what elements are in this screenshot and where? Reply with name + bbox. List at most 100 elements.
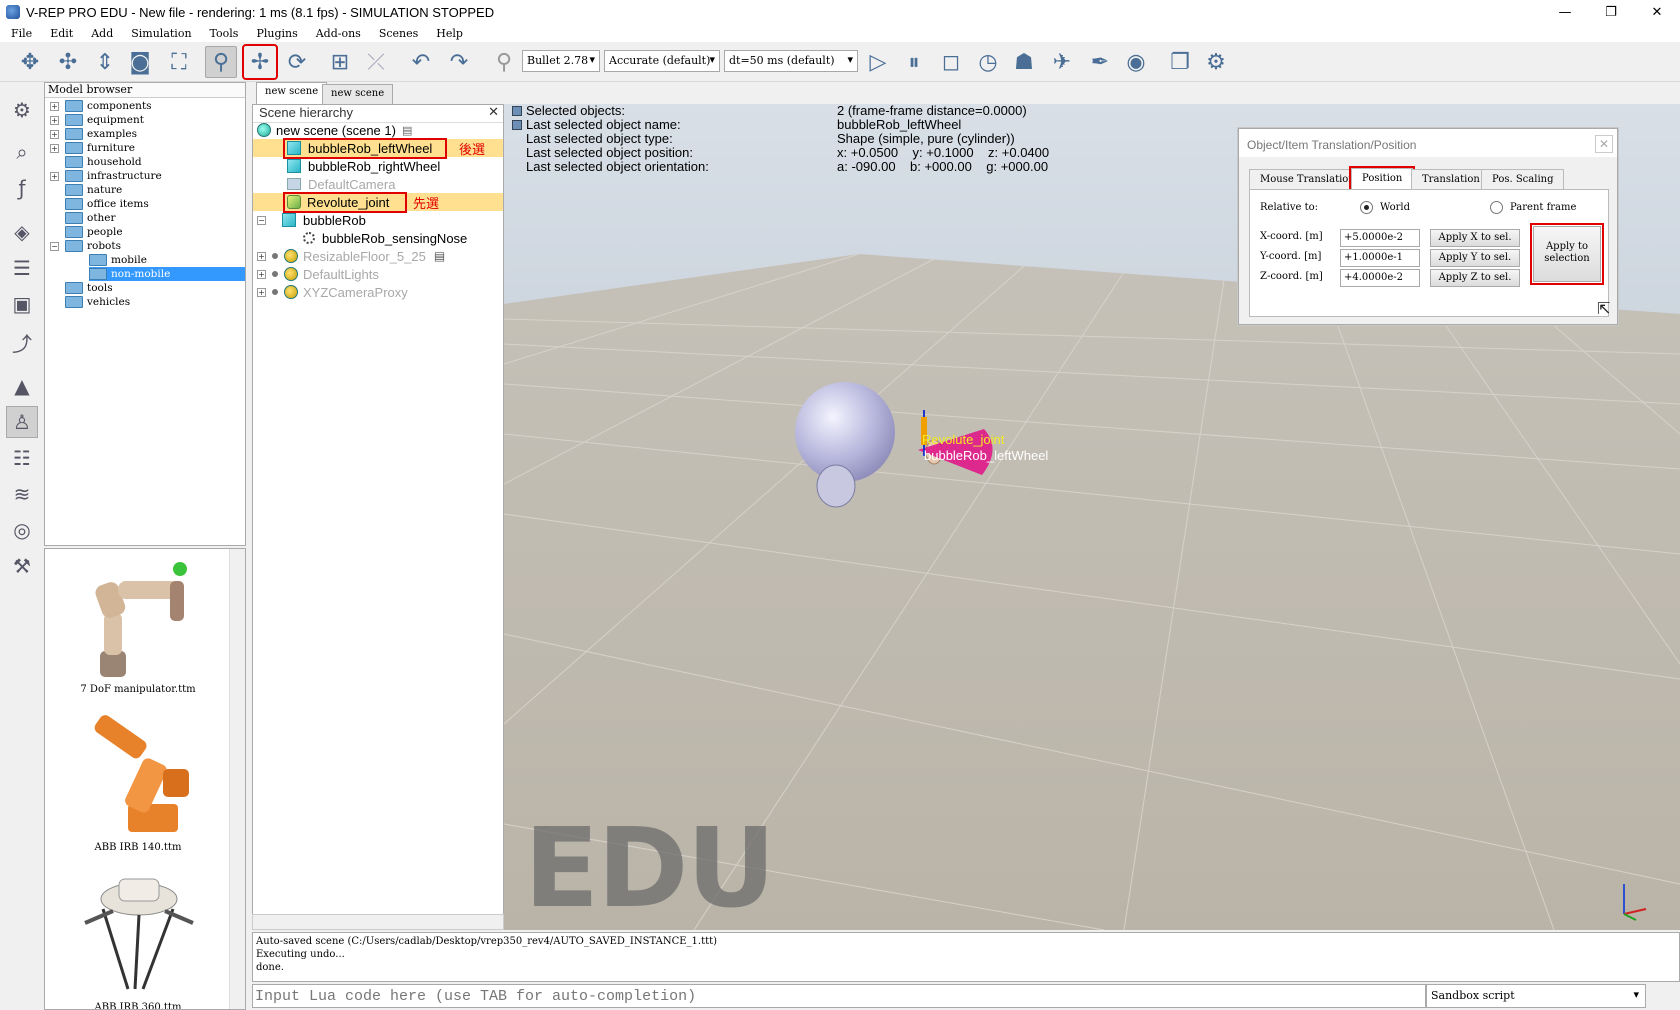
apply-y-button[interactable]: Apply Y to sel. [1430, 249, 1520, 267]
transfer-dna-icon[interactable]: ⤫ [360, 46, 392, 78]
thumbnails-scrollbar[interactable] [229, 549, 245, 1009]
menu-help[interactable]: Help [425, 27, 470, 40]
speed-up-icon[interactable]: ✈ [1046, 46, 1078, 78]
scene-hierarchy-icon[interactable]: ☷ [6, 442, 38, 474]
folder-people[interactable]: people [65, 225, 123, 239]
click-select-icon[interactable]: ⚲ [205, 46, 237, 78]
wheel-label: bubbleRob_leftWheel [924, 448, 1049, 463]
menu-addons[interactable]: Add-ons [305, 27, 368, 40]
tab-mouse-translation[interactable]: Mouse Translation [1249, 169, 1366, 189]
menu-scenes[interactable]: Scenes [368, 27, 425, 40]
apply-z-button[interactable]: Apply Z to sel. [1430, 269, 1520, 287]
menu-file[interactable]: File [0, 27, 39, 40]
object-rotate-icon[interactable]: ⟳ [281, 46, 313, 78]
assemble-icon[interactable]: ⊞ [324, 46, 356, 78]
realtime-icon[interactable]: ◷ [972, 46, 1004, 78]
path-edit-icon[interactable]: ⤴ [6, 326, 38, 358]
close-icon[interactable]: ✕ [488, 105, 499, 120]
apply-to-selection-button[interactable]: Apply to selection [1530, 223, 1604, 285]
y-coord-input[interactable]: +1.0000e-1 [1340, 249, 1420, 267]
shape-edit-icon[interactable]: ◈ [6, 216, 38, 248]
tree-root[interactable]: new scene (scene 1) ▤ [257, 121, 412, 139]
timestep-select[interactable]: dt=50 ms (default) [724, 50, 858, 72]
layer-stack-icon[interactable]: ≋ [6, 478, 38, 510]
folder-non-mobile[interactable]: non-mobile [89, 267, 245, 281]
close-button[interactable]: ✕ [1634, 0, 1680, 24]
play-icon[interactable]: ▷ [862, 46, 894, 78]
scene-selector-icon[interactable]: ⚙ [1200, 46, 1232, 78]
world-radio[interactable] [1360, 201, 1373, 214]
tab-scene-1[interactable]: new scene [256, 82, 328, 104]
undo-icon[interactable]: ↶ [405, 46, 437, 78]
folder-nature[interactable]: nature [65, 183, 122, 197]
tab-translation[interactable]: Translation [1411, 169, 1491, 189]
tree-item-sensing-nose[interactable]: bubbleRob_sensingNose [303, 229, 467, 247]
script-mode-select[interactable]: Sandbox script [1426, 984, 1646, 1008]
parent-frame-radio[interactable] [1490, 201, 1503, 214]
tab-position[interactable]: Position [1348, 166, 1416, 191]
menu-simulation[interactable]: Simulation [120, 27, 198, 40]
menu-tools[interactable]: Tools [199, 27, 246, 40]
dynamics-icon[interactable]: ⚲ [488, 46, 520, 78]
thumb-abb-irb-360[interactable]: ABB IRB 360.ttm [45, 869, 231, 1009]
sim-settings-icon[interactable]: ⚙ [6, 94, 38, 126]
maximize-button[interactable]: ❐ [1588, 0, 1634, 24]
tree-item-default-camera[interactable]: DefaultCamera [287, 175, 395, 193]
thumb-abb-irb-140[interactable]: ABB IRB 140.ttm [45, 709, 231, 853]
tree-item-default-lights[interactable]: + DefaultLights [257, 265, 379, 283]
page-selector-icon[interactable]: ❐ [1164, 46, 1196, 78]
info-label: Last selected object name: [526, 117, 681, 132]
minimize-button[interactable]: — [1542, 0, 1588, 24]
folder-household[interactable]: household [65, 155, 142, 169]
folder-robots[interactable]: − robots [50, 239, 121, 253]
object-properties-icon[interactable]: ▣ [6, 288, 38, 320]
stop-icon[interactable]: ◻ [935, 46, 967, 78]
slow-down-icon[interactable]: ☗ [1008, 46, 1040, 78]
folder-furniture[interactable]: + furniture [50, 141, 135, 155]
layers-icon[interactable]: ☰ [6, 252, 38, 284]
collections-icon[interactable]: ▲ [6, 370, 38, 402]
accuracy-select[interactable]: Accurate (default) [604, 50, 720, 72]
tree-item-right-wheel[interactable]: bubbleRob_rightWheel [287, 157, 440, 175]
folder-components[interactable]: + components [50, 99, 152, 113]
object-shift-icon[interactable]: ✢ [242, 44, 278, 80]
folder-examples[interactable]: + examples [50, 127, 137, 141]
folder-office-items[interactable]: office items [65, 197, 149, 211]
apply-x-button[interactable]: Apply X to sel. [1430, 229, 1520, 247]
search-icon[interactable]: ⌕ [6, 136, 38, 168]
camera-angle-icon[interactable]: ◙ [124, 46, 156, 78]
redo-icon[interactable]: ↷ [443, 46, 475, 78]
visualization-icon[interactable]: ◉ [1120, 46, 1152, 78]
threaded-rendering-icon[interactable]: ✒ [1084, 46, 1116, 78]
tree-item-floor[interactable]: + ResizableFloor_5_25 ▤ [257, 247, 445, 265]
camera-pan-icon[interactable]: ✥ [14, 46, 46, 78]
hierarchy-scrollbar[interactable] [252, 914, 504, 930]
folder-tools[interactable]: tools [65, 281, 113, 295]
user-settings-icon[interactable]: ⚒ [6, 550, 38, 582]
video-recorder-icon[interactable]: ◎ [6, 514, 38, 546]
folder-mobile[interactable]: mobile [89, 253, 147, 267]
fit-to-view-icon[interactable]: ⛶ [163, 46, 195, 78]
tab-pos-scaling[interactable]: Pos. Scaling [1481, 169, 1565, 189]
menu-add[interactable]: Add [80, 27, 120, 40]
scripts-icon[interactable]: ƒ [6, 172, 38, 204]
camera-rotate-icon[interactable]: ✣ [52, 46, 84, 78]
tree-item-camera-proxy[interactable]: + XYZCameraProxy [257, 283, 408, 301]
folder-other[interactable]: other [65, 211, 116, 225]
menu-plugins[interactable]: Plugins [245, 27, 304, 40]
folder-vehicles[interactable]: vehicles [65, 295, 130, 309]
folder-equipment[interactable]: + equipment [50, 113, 144, 127]
model-browser-icon[interactable]: ♙ [6, 406, 38, 438]
close-icon[interactable]: ✕ [1595, 135, 1613, 153]
lua-command-input[interactable]: Input Lua code here (use TAB for auto-co… [252, 984, 1426, 1008]
folder-infrastructure[interactable]: + infrastructure [50, 169, 162, 183]
physics-engine-select[interactable]: Bullet 2.78 [522, 50, 600, 72]
pause-icon[interactable]: ⏸ [898, 46, 930, 78]
z-coord-input[interactable]: +4.0000e-2 [1340, 269, 1420, 287]
x-coord-input[interactable]: +5.0000e-2 [1340, 229, 1420, 247]
menu-edit[interactable]: Edit [39, 27, 80, 40]
tree-item-bubblerob[interactable]: − bubbleRob [257, 211, 366, 229]
thumb-7dof-manipulator[interactable]: 7 DoF manipulator.ttm [45, 551, 231, 695]
tab-scene-2[interactable]: new scene [322, 84, 394, 104]
camera-shift-icon[interactable]: ⇕ [89, 46, 121, 78]
